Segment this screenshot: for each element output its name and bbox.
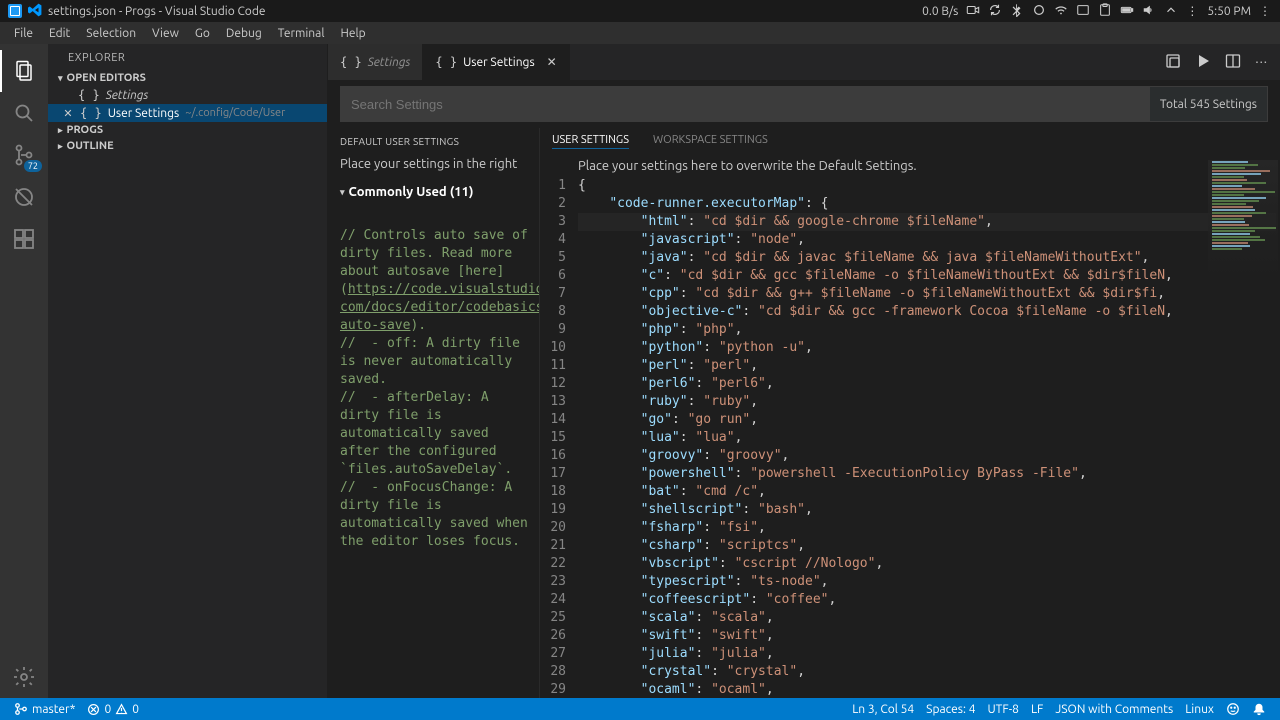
source-control-icon[interactable]: 72 <box>0 134 48 176</box>
tray-volume-icon[interactable] <box>1142 3 1156 20</box>
menubar: FileEditSelectionViewGoDebugTerminalHelp <box>0 22 1280 44</box>
errors-count: 0 <box>104 703 111 716</box>
user-settings-column: USER SETTINGS WORKSPACE SETTINGS Place y… <box>540 128 1280 698</box>
outline-label: OUTLINE <box>67 140 114 152</box>
default-settings-column: DEFAULT USER SETTINGS Place your setting… <box>328 128 540 698</box>
close-icon[interactable]: ✕ <box>62 107 74 120</box>
editor-area: { } Settings { } User Settings ✕ ··· <box>328 44 1280 698</box>
menu-debug[interactable]: Debug <box>218 25 270 42</box>
outline-section[interactable]: ▸ OUTLINE <box>48 138 327 154</box>
tray-more[interactable]: ⋮ <box>1259 4 1272 18</box>
tray-battery-icon[interactable] <box>1120 3 1134 20</box>
commonly-used-group[interactable]: ▾ Commonly Used (11) <box>340 181 531 209</box>
kde-logo-icon[interactable] <box>8 4 22 18</box>
status-spaces[interactable]: Spaces: 4 <box>920 703 981 716</box>
menu-edit[interactable]: Edit <box>41 25 78 42</box>
status-errors[interactable]: 0 0 <box>81 703 145 716</box>
open-editors-section[interactable]: ▾ OPEN EDITORS <box>48 70 327 86</box>
status-branch[interactable]: master* <box>8 702 81 716</box>
debug-icon[interactable] <box>0 176 48 218</box>
status-bell-icon[interactable] <box>1246 702 1272 716</box>
json-icon: { } <box>78 88 100 102</box>
tab-user-settings-label: User Settings <box>463 56 535 69</box>
chevron-down-icon: ▾ <box>340 187 345 198</box>
status-cursor[interactable]: Ln 3, Col 54 <box>846 703 920 716</box>
menu-terminal[interactable]: Terminal <box>270 25 333 42</box>
scope-tab-workspace[interactable]: WORKSPACE SETTINGS <box>653 132 768 149</box>
activity-bar: 72 <box>0 44 48 698</box>
default-settings-comment: // Controls auto save of dirty files. Re… <box>340 209 531 551</box>
run-icon[interactable] <box>1195 53 1211 72</box>
tray-notification-icon[interactable] <box>1076 3 1090 20</box>
user-settings-sub: Place your settings here to overwrite th… <box>540 155 1280 177</box>
status-encoding[interactable]: UTF-8 <box>981 703 1024 716</box>
open-editor-user-settings-path: ~/.config/Code/User <box>185 107 285 119</box>
folder-label: PROGS <box>67 124 104 136</box>
explorer-icon[interactable] <box>0 50 48 92</box>
settings-search: Total 545 Settings <box>340 86 1268 122</box>
split-editor-icon[interactable] <box>1225 53 1241 72</box>
tab-settings[interactable]: { } Settings <box>328 44 423 80</box>
close-icon[interactable]: ✕ <box>547 55 557 69</box>
more-actions-icon[interactable]: ··· <box>1255 55 1268 69</box>
scope-tab-user[interactable]: USER SETTINGS <box>552 132 629 149</box>
open-editor-user-settings[interactable]: ✕ { } User Settings ~/.config/Code/User <box>48 104 327 122</box>
extensions-icon[interactable] <box>0 218 48 260</box>
tray-chevron-icon[interactable] <box>1164 3 1178 20</box>
search-input[interactable] <box>341 91 1150 118</box>
search-result-count: Total 545 Settings <box>1150 87 1267 121</box>
code-content[interactable]: { "code-runner.executorMap": { "html": "… <box>578 177 1280 698</box>
menu-view[interactable]: View <box>144 25 187 42</box>
menu-go[interactable]: Go <box>187 25 218 42</box>
menu-selection[interactable]: Selection <box>78 25 144 42</box>
tray-wifi-icon[interactable] <box>1054 3 1068 20</box>
tray-separator: ⋮ <box>1186 4 1199 18</box>
open-editors-label: OPEN EDITORS <box>67 72 146 84</box>
window-title: settings.json - Progs - Visual Studio Co… <box>48 5 265 18</box>
open-editor-user-settings-label: User Settings <box>108 107 180 120</box>
sidebar-title: EXPLORER <box>48 44 327 70</box>
open-editor-settings-label: Settings <box>106 89 149 102</box>
commonly-used-label: Commonly Used (11) <box>349 185 474 199</box>
tab-user-settings[interactable]: { } User Settings ✕ <box>423 44 569 80</box>
gear-icon[interactable] <box>0 656 48 698</box>
default-settings-sub: Place your settings in the right <box>340 151 531 181</box>
json-icon: { } <box>340 55 362 69</box>
tray-clipboard-icon[interactable] <box>1098 3 1112 20</box>
status-os[interactable]: Linux <box>1179 703 1220 716</box>
explorer-sidebar: EXPLORER ▾ OPEN EDITORS { } Settings ✕ {… <box>48 44 328 698</box>
open-editor-settings[interactable]: { } Settings <box>48 86 327 104</box>
branch-label: master* <box>32 703 75 716</box>
vscode-logo-icon <box>28 3 42 20</box>
tab-settings-label: Settings <box>368 56 411 69</box>
tray-circle-icon[interactable] <box>1032 3 1046 20</box>
chevron-right-icon: ▸ <box>58 141 63 152</box>
status-bar: master* 0 0 Ln 3, Col 54 Spaces: 4 UTF-8… <box>0 698 1280 720</box>
scm-badge: 72 <box>24 160 42 172</box>
editor-code-area[interactable]: 1234567891011121314151617181920212223242… <box>540 177 1280 698</box>
net-speed: 0.0 B/s <box>922 5 958 18</box>
search-icon[interactable] <box>0 92 48 134</box>
line-number-gutter: 1234567891011121314151617181920212223242… <box>540 177 578 698</box>
settings-scope-tabs: USER SETTINGS WORKSPACE SETTINGS <box>540 128 1280 155</box>
folder-section[interactable]: ▸ PROGS <box>48 122 327 138</box>
json-icon: { } <box>435 55 457 69</box>
menu-file[interactable]: File <box>6 25 41 42</box>
status-language[interactable]: JSON with Comments <box>1049 703 1179 716</box>
open-settings-json-icon[interactable] <box>1165 53 1181 72</box>
chevron-down-icon: ▾ <box>58 73 63 84</box>
status-eol[interactable]: LF <box>1025 703 1049 716</box>
json-icon: { } <box>80 106 102 120</box>
tray-sync-icon[interactable] <box>988 3 1002 20</box>
tray-bluetooth-icon[interactable] <box>1010 3 1024 20</box>
clock[interactable]: 5:50 PM <box>1207 5 1251 18</box>
tray-camera-icon[interactable] <box>966 3 980 20</box>
menu-help[interactable]: Help <box>332 25 373 42</box>
default-settings-label: DEFAULT USER SETTINGS <box>340 132 531 151</box>
warnings-count: 0 <box>132 703 139 716</box>
chevron-right-icon: ▸ <box>58 125 63 136</box>
status-feedback-icon[interactable] <box>1220 702 1246 716</box>
system-titlebar: settings.json - Progs - Visual Studio Co… <box>0 0 1280 22</box>
tab-bar: { } Settings { } User Settings ✕ ··· <box>328 44 1280 80</box>
